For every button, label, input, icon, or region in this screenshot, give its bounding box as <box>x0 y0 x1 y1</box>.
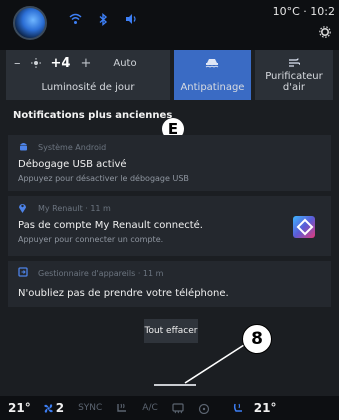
right-temperature[interactable]: 21° <box>254 401 277 415</box>
fan-level: 2 <box>55 401 65 415</box>
fan-icon[interactable] <box>43 399 54 418</box>
infotainment-screen: 10°C · 10:2 – +4 + Auto Luminosité de jo… <box>0 0 339 420</box>
rear-defrost-icon[interactable] <box>172 399 184 418</box>
seat-heat-icon[interactable] <box>116 399 128 418</box>
callout-8: 8 <box>242 324 272 354</box>
climate-bar: 21° 2 SYNC A/C 21° <box>0 396 339 420</box>
callout-leader-line <box>184 344 245 384</box>
sync-button[interactable]: SYNC <box>78 403 102 413</box>
drag-handle[interactable] <box>154 384 196 386</box>
seat-icon[interactable] <box>232 399 244 418</box>
steering-heat-icon[interactable] <box>198 399 210 418</box>
ac-button[interactable]: A/C <box>142 403 157 413</box>
left-temperature[interactable]: 21° <box>8 401 31 415</box>
